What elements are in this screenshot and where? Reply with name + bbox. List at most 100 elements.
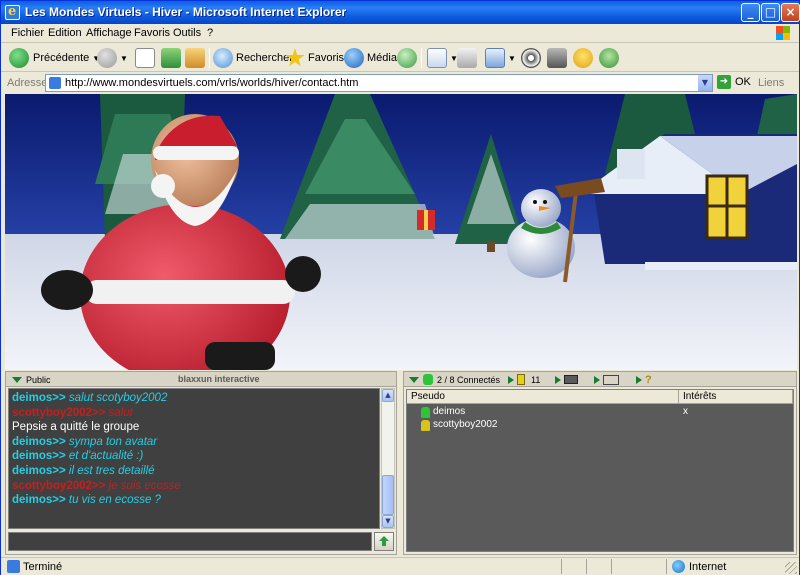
browser-window: Les Mondes Virtuels - Hiver - Microsoft … [0,0,800,575]
chat-message-author[interactable]: scottyboy2002>> [12,480,105,492]
toolbar: Précédente ▼ ▼ Rechercher Favoris Média [1,44,799,72]
chat-message-text: il est tres detaillé [65,464,155,477]
history-icon [397,48,417,68]
internet-zone-icon [672,560,685,573]
chat-message-author[interactable]: deimos>> [12,392,66,404]
chevron-down-icon: ▼ [508,53,516,63]
page-icon [49,77,61,89]
users-tabstrip: 2 / 8 Connectés 11 ? [404,372,796,387]
forward-arrow-icon [97,48,117,68]
chat-message: deimos>> tu vis en ecosse ? [12,493,376,508]
chat-panel: Public blaxxun interactive deimos>> salu… [5,371,397,555]
connected-count: 2 / 8 Connectés [437,374,501,385]
go-label: OK [735,76,751,88]
back-label: Précédente [33,52,90,64]
menu-affichage[interactable]: Affichage [86,27,132,39]
refresh-button[interactable] [161,47,181,69]
minimize-button[interactable]: _ [741,3,760,22]
scroll-down-icon[interactable]: ▼ [382,515,394,528]
user-row[interactable]: scottyboy2002 [407,419,793,432]
close-button[interactable]: × [781,3,800,22]
history-button[interactable] [397,47,417,69]
tab-network[interactable] [594,372,619,387]
address-input[interactable]: http://www.mondesvirtuels.com/vrls/world… [45,74,713,92]
menu-outils[interactable]: Outils [173,27,201,39]
security-zone-label: Internet [689,561,727,573]
user-name: scottyboy2002 [433,419,498,430]
menu-bar: Fichier Edition Affichage Favoris Outils… [1,24,799,43]
refresh-icon [161,48,181,68]
tab-public[interactable]: Public [12,372,51,387]
chat-message-author[interactable]: deimos>> [12,494,66,506]
vrml-3d-view[interactable] [5,94,797,370]
menu-edition[interactable]: Edition [48,27,82,39]
maximize-button[interactable]: □ [761,3,780,22]
person-icon [421,420,430,431]
user-icon [423,374,433,385]
discuss-button[interactable] [521,47,541,69]
blaxxun-brand: blaxxun interactive [178,374,260,384]
status-bar: Terminé Internet [1,557,799,575]
page-done-icon [7,560,20,573]
ie-icon [5,4,20,20]
back-arrow-icon [9,48,29,68]
scroll-thumb[interactable] [382,475,394,515]
send-message-button[interactable] [374,532,394,551]
menu-help[interactable]: ? [207,27,213,39]
users-panel: 2 / 8 Connectés 11 ? Pseudo Intérêts dei… [403,371,797,555]
search-button[interactable]: Rechercher [213,47,293,69]
print-button[interactable] [457,47,477,69]
chat-message-text: je suis ecosse [105,479,181,492]
tab-help[interactable]: ? [636,372,652,387]
messenger-button[interactable] [573,47,593,69]
forward-button[interactable]: ▼ [97,47,128,69]
mail-icon [427,48,447,68]
tab-inventory[interactable] [555,372,578,387]
triangle-right-icon [508,375,514,384]
chat-message: Pepsie a quitté le groupe [12,420,376,435]
home-button[interactable] [185,47,205,69]
chat-message-author[interactable]: deimos>> [12,465,66,477]
chat-message-text: salut scotyboy2002 [65,392,168,404]
mail-button[interactable]: ▼ [427,47,458,69]
menu-fichier[interactable]: Fichier [11,27,44,39]
tab-connected[interactable]: 2 / 8 Connectés [409,372,500,387]
triangle-down-icon [12,376,22,383]
address-url[interactable]: http://www.mondesvirtuels.com/vrls/world… [65,77,358,89]
printer-icon [457,48,477,68]
user-row[interactable]: deimos x [407,406,793,419]
media-button[interactable]: Média [344,47,397,69]
people-icon [599,48,619,68]
favorites-button[interactable]: Favoris [285,47,344,69]
chat-message-author[interactable]: deimos>> [12,436,66,448]
person-icon [421,407,430,418]
chat-message-text: Pepsie a quitté le groupe [12,421,140,434]
address-bar: Adresse http://www.mondesvirtuels.com/vr… [1,73,799,93]
chat-message-author[interactable]: scottyboy2002>> [12,407,105,419]
go-button[interactable]: ➜ OK [717,75,751,89]
chat-log[interactable]: deimos>> salut scotyboy2002 scottyboy2002… [8,388,380,529]
scroll-up-icon[interactable]: ▲ [382,389,394,402]
edit-button[interactable]: ▼ [485,47,516,69]
column-header-interets[interactable]: Intérêts [679,390,793,404]
chat-scrollbar[interactable]: ▲ ▼ [381,388,395,529]
search-icon [213,48,233,68]
chat-message-text: et d'actualité :) [65,450,144,463]
links-label[interactable]: Liens [758,77,784,89]
column-header-pseudo[interactable]: Pseudo [407,390,679,404]
menu-favoris[interactable]: Favoris [134,27,170,39]
chat-message-text: salut [105,406,133,419]
tab-messages[interactable]: 11 [508,372,540,387]
back-button[interactable]: Précédente ▼ [9,47,100,69]
buddies-button[interactable] [599,47,619,69]
chat-message: deimos>> sympa ton avatar [12,435,376,450]
address-dropdown-icon[interactable]: ▼ [697,75,712,91]
stop-button[interactable] [135,47,155,69]
chat-message-author[interactable]: deimos>> [12,450,66,462]
research-button[interactable] [547,47,567,69]
chat-input[interactable] [8,532,372,551]
message-count: 11 [531,374,541,385]
chat-message-text: tu vis en ecosse ? [65,494,161,507]
flower-icon [521,48,541,68]
resize-grip[interactable] [785,562,797,574]
